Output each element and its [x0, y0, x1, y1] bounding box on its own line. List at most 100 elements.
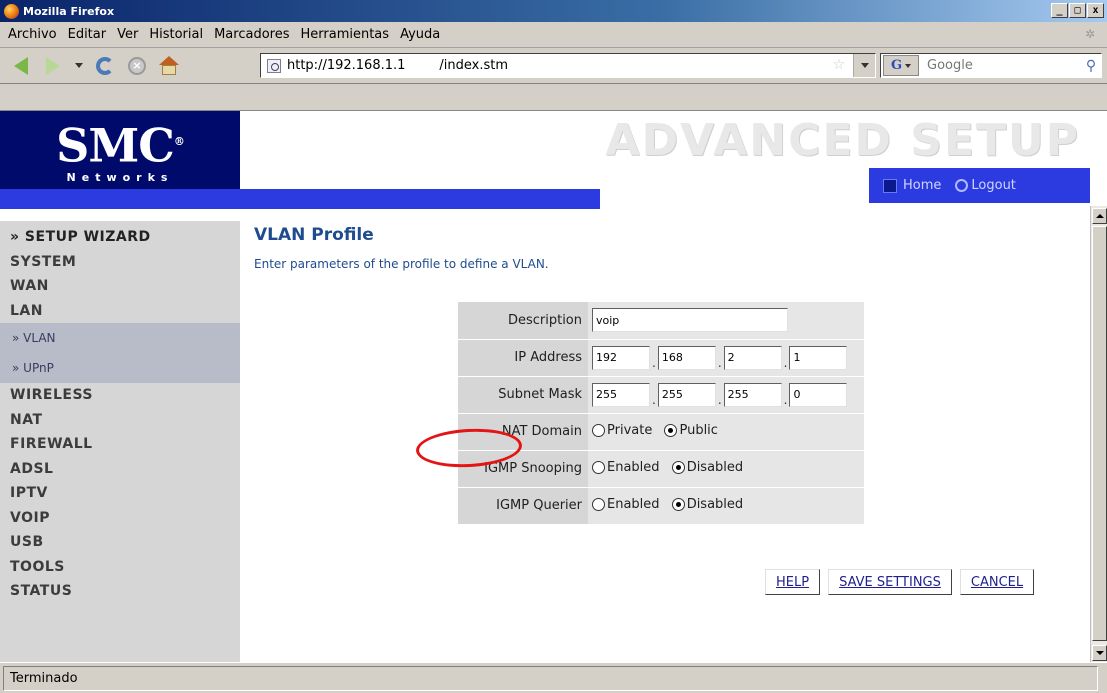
- form-row-ip: IP Address 192. 168. 2. 1: [458, 339, 864, 377]
- bookmark-star-icon[interactable]: ☆: [832, 57, 845, 73]
- vertical-scrollbar[interactable]: [1090, 206, 1107, 662]
- radio-icon: [592, 497, 605, 511]
- page-banner: SMC® Networks ADVANCED SETUP Home Logout: [0, 111, 1090, 211]
- page-description: Enter parameters of the profile to defin…: [254, 257, 549, 271]
- history-dropdown[interactable]: [70, 52, 88, 80]
- form-row-mask: Subnet Mask 255. 255. 255. 0: [458, 376, 864, 414]
- ip-octet-1-input[interactable]: 192: [592, 345, 650, 370]
- mask-octet-4-input[interactable]: 0: [789, 382, 848, 407]
- description-input[interactable]: voip: [592, 308, 788, 333]
- scroll-thumb[interactable]: [1092, 226, 1107, 641]
- sidebar-item-voip[interactable]: VOIP: [0, 506, 240, 531]
- close-button[interactable]: x: [1087, 3, 1104, 18]
- sidebar-nav: » SETUP WIZARD SYSTEM WAN LAN » VLAN » U…: [0, 221, 240, 662]
- igmp-snooping-disabled-label: Disabled: [686, 459, 744, 475]
- sidebar-item-status[interactable]: STATUS: [0, 579, 240, 604]
- stop-button[interactable]: ×: [122, 52, 152, 80]
- sidebar-item-system[interactable]: SYSTEM: [0, 250, 240, 275]
- url-dropdown-button[interactable]: [853, 54, 875, 77]
- radio-selected-icon: [671, 497, 685, 511]
- save-settings-button[interactable]: SAVE SETTINGS: [828, 569, 952, 595]
- igmp-snooping-enabled-radio[interactable]: Enabled: [592, 460, 660, 475]
- menu-ayuda[interactable]: Ayuda: [400, 27, 440, 42]
- scroll-up-button[interactable]: [1092, 208, 1107, 224]
- home-button[interactable]: [154, 52, 184, 80]
- form-row-description: Description voip: [458, 302, 864, 340]
- radio-selected-icon: [664, 423, 678, 437]
- sidebar-item-wireless[interactable]: WIRELESS: [0, 383, 240, 408]
- minimize-button[interactable]: _: [1051, 3, 1068, 18]
- throbber-icon: ✲: [1085, 27, 1096, 41]
- back-arrow-icon: [14, 56, 28, 75]
- sidebar-subitem-vlan[interactable]: » VLAN: [0, 323, 240, 353]
- menu-herramientas[interactable]: Herramientas: [301, 27, 390, 42]
- firefox-icon: [4, 3, 19, 19]
- form-actions: HELP SAVE SETTINGS CANCEL: [765, 569, 1035, 595]
- search-icon[interactable]: ⚲: [1081, 56, 1101, 76]
- mask-octet-1-input[interactable]: 255: [592, 382, 650, 407]
- sidebar-item-lan[interactable]: LAN: [0, 299, 240, 324]
- sidebar-item-usb[interactable]: USB: [0, 530, 240, 555]
- chevron-down-icon: [75, 63, 83, 68]
- maximize-button[interactable]: □: [1069, 3, 1086, 18]
- page-title: VLAN Profile: [254, 225, 374, 245]
- url-bar[interactable]: http://192.168.1.1 /index.stm ☆: [260, 53, 876, 78]
- help-button[interactable]: HELP: [765, 569, 821, 595]
- forward-button[interactable]: [38, 52, 68, 80]
- status-bar: Terminado: [0, 662, 1107, 693]
- ip-octet-3-input[interactable]: 2: [723, 345, 782, 370]
- forward-arrow-icon: [46, 56, 60, 75]
- nat-public-radio[interactable]: Public: [664, 422, 718, 438]
- logout-link[interactable]: Logout: [971, 178, 1016, 193]
- sidebar-item-firewall[interactable]: FIREWALL: [0, 432, 240, 457]
- ip-address-label: IP Address: [458, 339, 588, 377]
- window-titlebar: Mozilla Firefox _ □ x: [0, 0, 1107, 22]
- reload-icon: [96, 56, 114, 75]
- sidebar-item-adsl[interactable]: ADSL: [0, 457, 240, 482]
- sidebar-item-setup-wizard[interactable]: » SETUP WIZARD: [0, 225, 240, 250]
- sidebar-subitem-upnp[interactable]: » UPnP: [0, 353, 240, 383]
- nav-toolbar: × http://192.168.1.1 /index.stm ☆ G Goog…: [0, 48, 1107, 84]
- mask-octet-2-input[interactable]: 255: [657, 382, 716, 407]
- home-logout-bar: Home Logout: [869, 168, 1090, 203]
- igmp-querier-enabled-radio[interactable]: Enabled: [592, 497, 660, 512]
- igmp-querier-disabled-radio[interactable]: Disabled: [671, 497, 743, 512]
- menu-historial[interactable]: Historial: [149, 27, 203, 42]
- section-title: ADVANCED SETUP: [605, 115, 1080, 166]
- window-title: Mozilla Firefox: [23, 4, 115, 18]
- mask-octet-3-input[interactable]: 255: [723, 382, 782, 407]
- menu-editar[interactable]: Editar: [68, 27, 107, 42]
- igmp-snooping-disabled-radio[interactable]: Disabled: [671, 459, 744, 475]
- status-text: Terminado: [3, 665, 1098, 691]
- search-engine-selector[interactable]: G: [883, 55, 919, 76]
- igmp-querier-enabled-label: Enabled: [607, 496, 660, 512]
- form-row-igmp-snooping: IGMP Snooping Enabled Disabled: [458, 450, 864, 488]
- page-icon: [267, 58, 281, 73]
- radio-icon: [592, 460, 605, 474]
- home-link[interactable]: Home: [903, 178, 941, 193]
- sidebar-item-nat[interactable]: NAT: [0, 408, 240, 433]
- chevron-down-icon: [860, 63, 869, 68]
- nat-public-label: Public: [679, 422, 718, 438]
- window-controls: _ □ x: [1051, 3, 1104, 18]
- chevron-down-icon: [1095, 651, 1104, 655]
- sidebar-item-iptv[interactable]: IPTV: [0, 481, 240, 506]
- form-row-igmp-querier: IGMP Querier Enabled Disabled: [458, 487, 864, 525]
- ip-octet-4-input[interactable]: 1: [789, 345, 848, 370]
- home-icon: [883, 178, 897, 193]
- sidebar-item-wan[interactable]: WAN: [0, 274, 240, 299]
- back-button[interactable]: [6, 52, 36, 80]
- menu-archivo[interactable]: Archivo: [8, 27, 57, 42]
- scroll-down-button[interactable]: [1092, 645, 1107, 661]
- smc-logo: SMC® Networks: [0, 111, 240, 189]
- menu-marcadores[interactable]: Marcadores: [214, 27, 289, 42]
- search-input[interactable]: Google: [927, 58, 1081, 73]
- ip-octet-2-input[interactable]: 168: [657, 345, 716, 370]
- logo-subtext: Networks: [66, 171, 174, 185]
- sidebar-item-tools[interactable]: TOOLS: [0, 555, 240, 580]
- nat-private-radio[interactable]: Private: [592, 423, 652, 438]
- menu-ver[interactable]: Ver: [117, 27, 138, 42]
- reload-button[interactable]: [90, 52, 120, 80]
- search-bar[interactable]: G Google ⚲: [880, 53, 1102, 78]
- cancel-button[interactable]: CANCEL: [959, 569, 1035, 595]
